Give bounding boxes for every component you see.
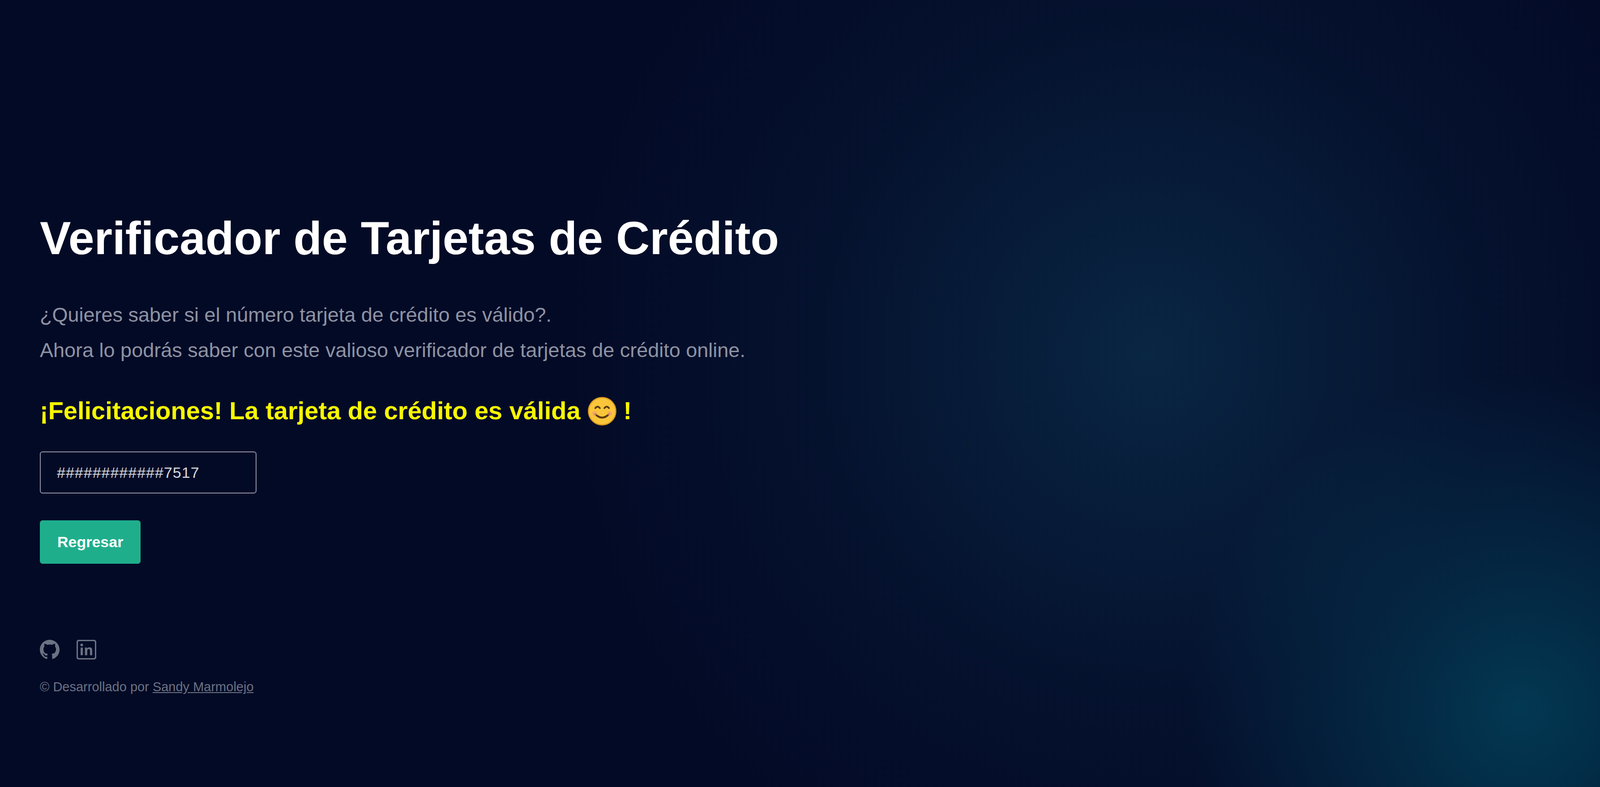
footer-prefix: © Desarrollado por xyxy=(39,680,150,695)
github-link[interactable] xyxy=(39,640,60,660)
social-links xyxy=(39,640,985,660)
result-message: ¡Felicitaciones! La tarjeta de crédito e… xyxy=(39,394,985,428)
main-content: Verificador de Tarjetas de Crédito ¿Quier… xyxy=(0,0,985,698)
linkedin-link[interactable] xyxy=(76,640,97,660)
card-number-field[interactable] xyxy=(39,451,257,494)
page-title: Verificador de Tarjetas de Crédito xyxy=(39,210,985,267)
linkedin-icon xyxy=(76,640,97,660)
author-link[interactable]: Sandy Marmolejo xyxy=(152,680,254,695)
subtitle-line: Ahora lo podrás saber con este valioso v… xyxy=(39,333,985,369)
back-button[interactable]: Regresar xyxy=(39,520,141,565)
footer-credit: © Desarrollado por Sandy Marmolejo xyxy=(39,677,985,698)
smile-icon xyxy=(586,396,618,427)
github-icon xyxy=(39,640,60,660)
subtitle-line: ¿Quieres saber si el número tarjeta de c… xyxy=(39,297,985,334)
button-row: Regresar xyxy=(39,493,985,565)
result-text: ¡Felicitaciones! La tarjeta de crédito e… xyxy=(39,394,581,428)
result-suffix: ! xyxy=(623,394,633,428)
